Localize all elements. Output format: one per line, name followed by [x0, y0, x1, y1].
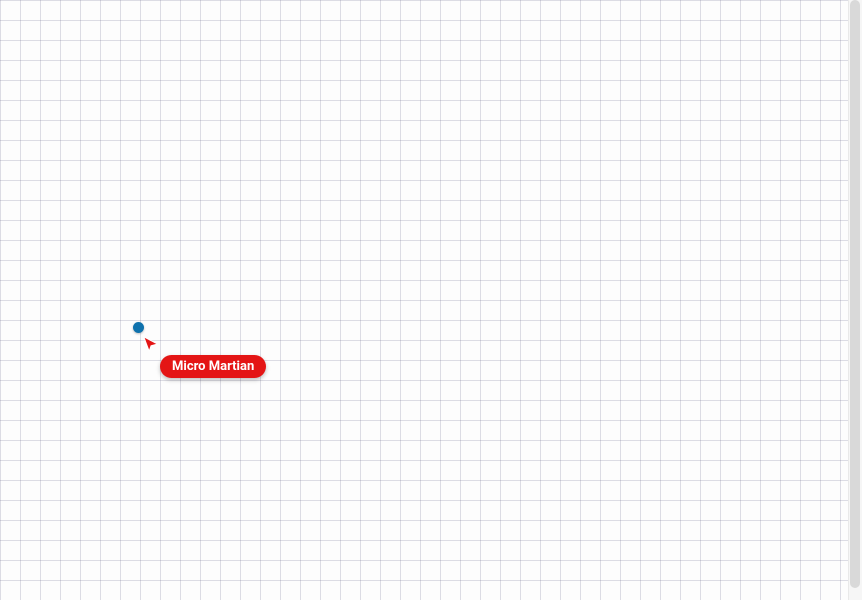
remote-cursor-pointer-icon	[142, 335, 160, 353]
whiteboard-canvas[interactable]: Micro Martian	[0, 0, 862, 600]
cursor-arrow-icon	[144, 337, 158, 351]
remote-cursor-label: Micro Martian	[160, 355, 266, 378]
vertical-scrollbar[interactable]	[848, 0, 862, 600]
canvas-node[interactable]	[133, 322, 144, 333]
vertical-scrollbar-thumb[interactable]	[850, 0, 860, 588]
